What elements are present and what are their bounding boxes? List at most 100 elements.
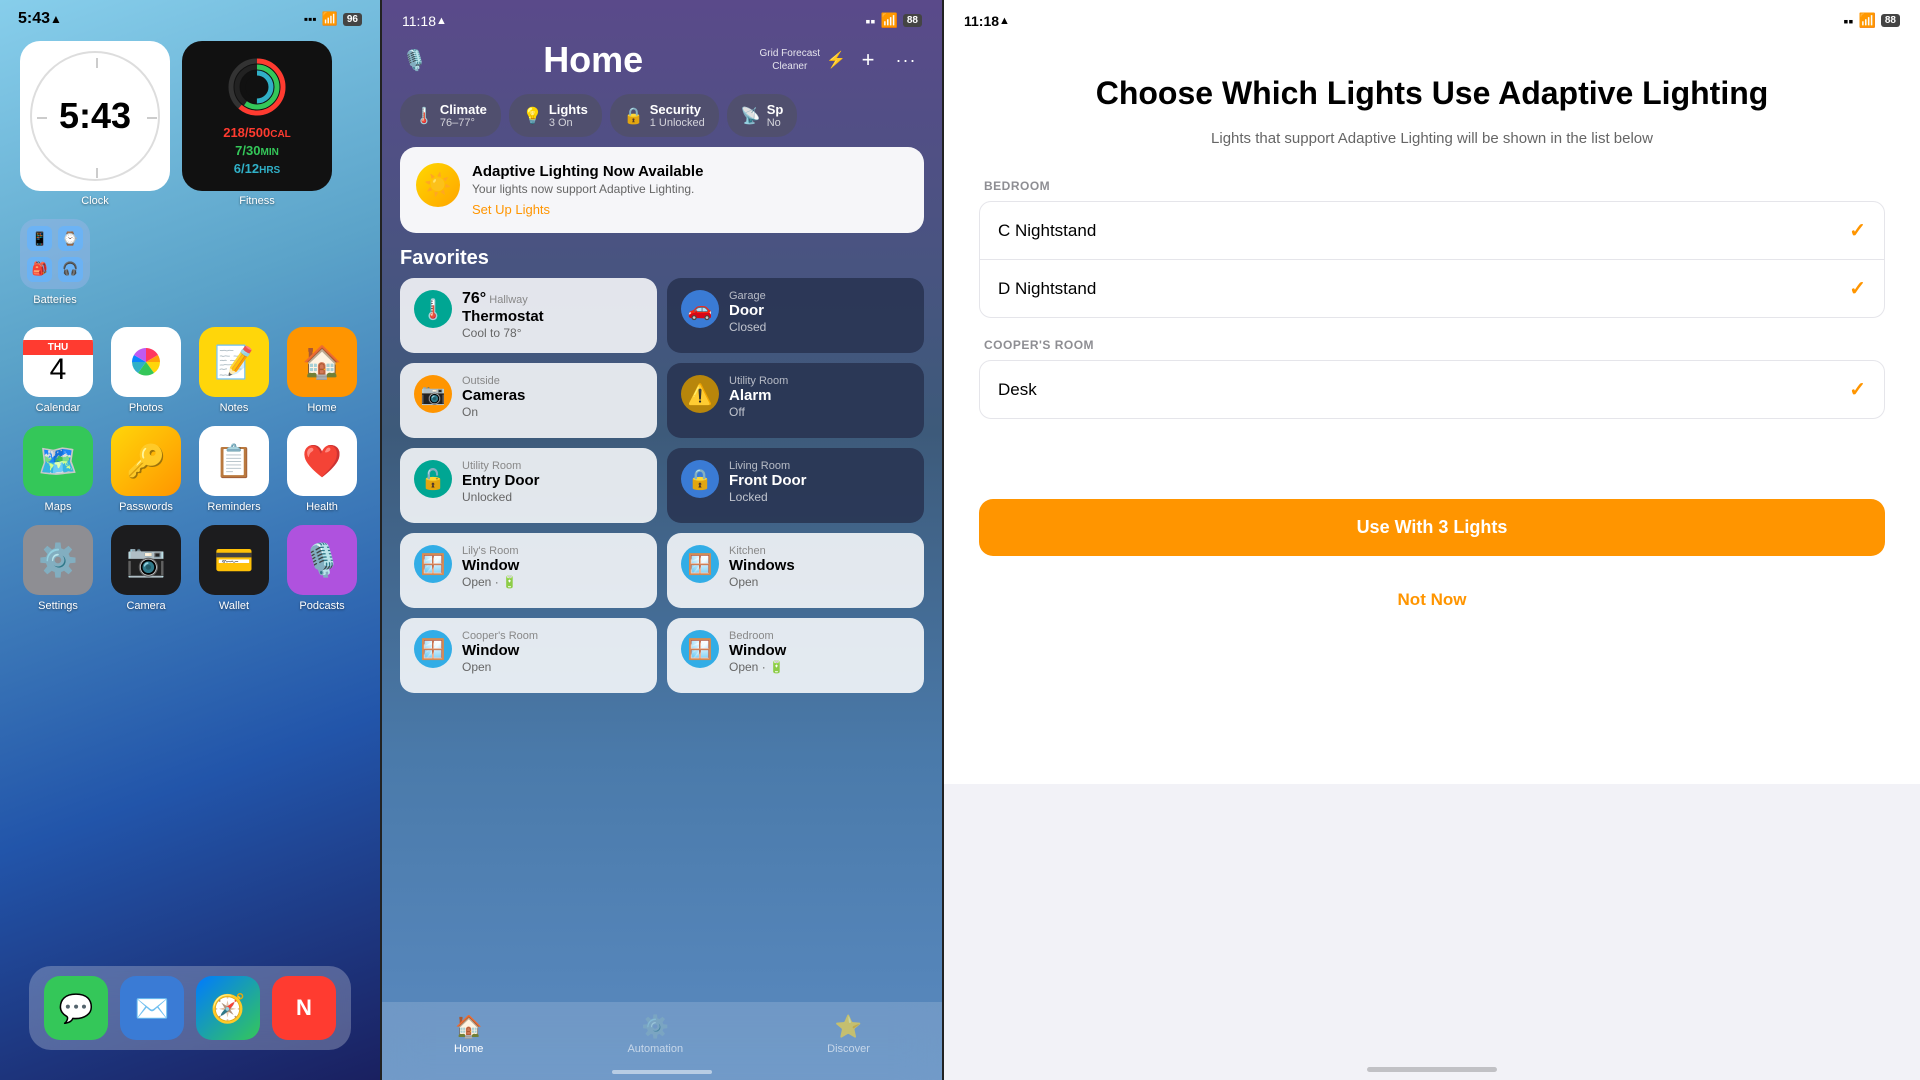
automation-nav-label: Automation xyxy=(627,1043,683,1055)
widgets-row: 5:43 Clock 218/500CAL xyxy=(0,33,380,213)
use-with-lights-button[interactable]: Use With 3 Lights xyxy=(979,499,1885,556)
tile-entry-door[interactable]: 🔓 Utility Room Entry Door Unlocked xyxy=(400,448,657,523)
desk-item[interactable]: Desk ✓ xyxy=(980,361,1884,418)
thermostat-text: 76° Hallway Thermostat Cool to 78° xyxy=(462,290,544,340)
coopers-list: Desk ✓ xyxy=(979,360,1885,419)
s3-subtitle: Lights that support Adaptive Lighting wi… xyxy=(979,128,1885,149)
status-right-s2: ▪▪ 📶 88 xyxy=(866,12,923,29)
app-podcasts[interactable]: 🎙️ Podcasts xyxy=(284,525,360,612)
app-wallet[interactable]: 💳 Wallet xyxy=(196,525,272,612)
front-door-text: Living Room Front Door Locked xyxy=(729,460,806,504)
app-reminders[interactable]: 📋 Reminders xyxy=(196,426,272,513)
adaptive-sun-icon: ☀️ xyxy=(416,163,460,207)
app-icon-passwords: 🔑 xyxy=(111,426,181,496)
home-nav-label: Home xyxy=(454,1043,483,1055)
pill-sp[interactable]: 📡 Sp No xyxy=(727,94,798,137)
signal-icon-s3: ▪▪ xyxy=(1844,13,1854,29)
dock-news[interactable]: N xyxy=(272,976,336,1040)
tile-cameras[interactable]: 📷 Outside Cameras On xyxy=(400,363,657,438)
app-icon-camera: 📷 xyxy=(111,525,181,595)
app-settings[interactable]: ⚙️ Settings xyxy=(20,525,96,612)
not-now-button[interactable]: Not Now xyxy=(979,572,1885,628)
clock-label: Clock xyxy=(81,195,109,207)
app-icon-maps: 🗺️ xyxy=(23,426,93,496)
app-label-notes: Notes xyxy=(220,402,249,414)
app-passwords[interactable]: 🔑 Passwords xyxy=(108,426,184,513)
discover-nav-label: Discover xyxy=(827,1043,870,1055)
thermostat-icon: 🌡️ xyxy=(414,290,452,328)
status-right-s3: ▪▪ 📶 88 xyxy=(1844,12,1901,29)
fitness-widget[interactable]: 218/500CAL 7/30MIN 6/12HRS xyxy=(182,41,332,191)
app-camera[interactable]: 📷 Camera xyxy=(108,525,184,612)
microphone-icon[interactable]: 🎙️ xyxy=(402,48,427,73)
folder-mini-3: 🎒 xyxy=(27,257,52,282)
batteries-folder[interactable]: 📱 ⌚ 🎒 🎧 Batteries xyxy=(20,219,90,306)
c-nightstand-item[interactable]: C Nightstand ✓ xyxy=(980,202,1884,260)
mail-icon: ✉️ xyxy=(135,992,170,1025)
app-health[interactable]: ❤️ Health xyxy=(284,426,360,513)
dock-messages[interactable]: 💬 xyxy=(44,976,108,1040)
clock-widget-container[interactable]: 5:43 Clock xyxy=(20,41,170,207)
app-label-podcasts: Podcasts xyxy=(299,600,344,612)
grid-forecast-sub: Cleaner xyxy=(760,60,821,73)
app-photos[interactable]: Photos xyxy=(108,327,184,414)
app-label-home: Home xyxy=(307,402,336,414)
nav-home[interactable]: 🏠 Home xyxy=(454,1014,483,1055)
tile-bedroom-window[interactable]: 🪟 Bedroom Window Open · 🔋 xyxy=(667,618,924,693)
tile-garage[interactable]: 🚗 Garage Door Closed xyxy=(667,278,924,353)
lightning-icon: ⚡ xyxy=(826,50,846,70)
batteries-label: Batteries xyxy=(33,294,76,306)
app-label-wallet: Wallet xyxy=(219,600,249,612)
battery-s3: 88 xyxy=(1881,14,1900,27)
time-s1: 5:43 xyxy=(18,10,50,28)
pill-security-text: Security 1 Unlocked xyxy=(650,102,705,129)
pill-climate[interactable]: 🌡️ Climate 76–77° xyxy=(400,94,501,137)
tile-coopers-window[interactable]: 🪟 Cooper's Room Window Open xyxy=(400,618,657,693)
screen2-home-app: 11:18 ▲ ▪▪ 📶 88 🎙️ Home Grid Forecast Cl… xyxy=(382,0,942,1080)
app-home[interactable]: 🏠 Home xyxy=(284,327,360,414)
safari-icon: 🧭 xyxy=(211,992,246,1025)
clock-ticks xyxy=(32,53,162,183)
summary-pills: 🌡️ Climate 76–77° 💡 Lights 3 On 🔒 Securi… xyxy=(382,89,942,147)
status-bar-s2: 11:18 ▲ ▪▪ 📶 88 xyxy=(382,0,942,34)
photos-svg xyxy=(124,340,168,384)
tile-thermostat[interactable]: 🌡️ 76° Hallway Thermostat Cool to 78° xyxy=(400,278,657,353)
app-calendar[interactable]: THU 4 Calendar xyxy=(20,327,96,414)
adaptive-lighting-card[interactable]: ☀️ Adaptive Lighting Now Available Your … xyxy=(400,147,924,233)
clock-face: 5:43 xyxy=(30,51,160,181)
tile-alarm[interactable]: ⚠️ Utility Room Alarm Off xyxy=(667,363,924,438)
d-nightstand-item[interactable]: D Nightstand ✓ xyxy=(980,260,1884,317)
tile-front-door[interactable]: 🔒 Living Room Front Door Locked xyxy=(667,448,924,523)
location-s3: ▲ xyxy=(999,15,1010,27)
garage-text: Garage Door Closed xyxy=(729,290,766,334)
clock-widget[interactable]: 5:43 xyxy=(20,41,170,191)
header-left: 🎙️ xyxy=(402,48,427,73)
pill-sp-text: Sp No xyxy=(767,102,784,129)
app-notes[interactable]: 📝 Notes xyxy=(196,327,272,414)
more-button[interactable]: ··· xyxy=(890,44,922,76)
dock-safari[interactable]: 🧭 xyxy=(196,976,260,1040)
location-icon-s1: ▲ xyxy=(50,12,62,26)
news-icon: N xyxy=(296,995,312,1021)
bedroom-window-text: Bedroom Window Open · 🔋 xyxy=(729,630,786,674)
app-maps[interactable]: 🗺️ Maps xyxy=(20,426,96,513)
home-app-header: 🎙️ Home Grid Forecast Cleaner ⚡ + ··· xyxy=(382,34,942,89)
tile-lilys-window[interactable]: 🪟 Lily's Room Window Open · 🔋 xyxy=(400,533,657,608)
tile-kitchen-windows[interactable]: 🪟 Kitchen Windows Open xyxy=(667,533,924,608)
nav-automation[interactable]: ⚙️ Automation xyxy=(627,1014,683,1055)
app-icon-reminders: 📋 xyxy=(199,426,269,496)
status-right-s1: ▪▪▪ 📶 96 xyxy=(304,11,362,27)
pill-lights[interactable]: 💡 Lights 3 On xyxy=(509,94,602,137)
header-actions: Grid Forecast Cleaner ⚡ + ··· xyxy=(760,44,923,76)
coopers-header: COOPER'S ROOM xyxy=(979,338,1885,352)
dock-mail[interactable]: ✉️ xyxy=(120,976,184,1040)
pill-security[interactable]: 🔒 Security 1 Unlocked xyxy=(610,94,719,137)
app-label-reminders: Reminders xyxy=(207,501,260,513)
add-button[interactable]: + xyxy=(852,44,884,76)
app-label-passwords: Passwords xyxy=(119,501,173,513)
fitness-widget-container[interactable]: 218/500CAL 7/30MIN 6/12HRS Fitness xyxy=(182,41,332,207)
folder-icon-batteries[interactable]: 📱 ⌚ 🎒 🎧 xyxy=(20,219,90,289)
setup-lights-link[interactable]: Set Up Lights xyxy=(472,202,703,217)
nav-discover[interactable]: ⭐ Discover xyxy=(827,1014,870,1055)
coopers-window-text: Cooper's Room Window Open xyxy=(462,630,538,674)
